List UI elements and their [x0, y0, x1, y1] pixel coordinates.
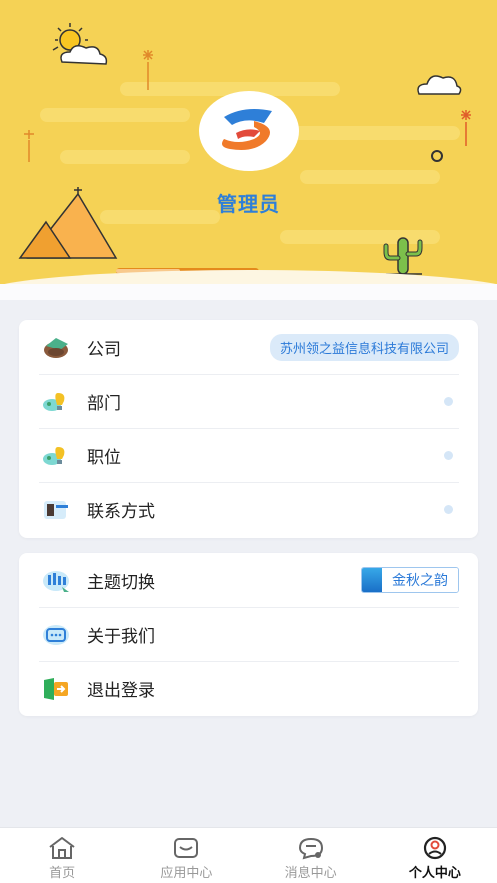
tab-profile-label: 个人中心 [408, 866, 461, 881]
sparkle-icon [461, 110, 471, 146]
department-indicator [444, 397, 453, 406]
logout-icon [41, 674, 71, 704]
position-label: 职位 [87, 448, 121, 468]
profile-banner: 管理员 [0, 0, 497, 300]
company-logo-icon [222, 109, 272, 150]
tab-messages[interactable]: 消息中心 [249, 828, 373, 883]
tab-apps-label: 应用中心 [160, 866, 213, 881]
tab-home[interactable]: 首页 [0, 828, 124, 883]
banner-stripe [40, 108, 190, 122]
position-icon [41, 441, 71, 471]
sparkle-icon [24, 130, 34, 162]
tab-home-label: 首页 [49, 866, 76, 881]
logout-label: 退出登录 [87, 681, 155, 701]
theme-value: 金秋之韵 [382, 568, 458, 592]
tab-messages-label: 消息中心 [284, 866, 337, 881]
message-icon [298, 837, 323, 860]
theme-icon [41, 565, 71, 595]
ring-icon [431, 150, 443, 162]
contact-row[interactable]: 联系方式 [39, 482, 459, 536]
department-label: 部门 [87, 394, 121, 414]
contact-label: 联系方式 [87, 502, 155, 522]
profile-icon [423, 836, 446, 860]
about-icon [41, 620, 71, 650]
theme-label: 主题切换 [87, 572, 155, 593]
cloud-icon [417, 75, 462, 95]
info-card: 公司 苏州领之益信息科技有限公司 部门 职位 联系方式 [19, 320, 478, 538]
tab-profile[interactable]: 个人中心 [373, 828, 497, 883]
position-indicator [444, 451, 453, 460]
company-row[interactable]: 公司 苏州领之益信息科技有限公司 [39, 320, 459, 374]
theme-swatch [362, 568, 382, 592]
company-icon [41, 332, 71, 362]
department-row[interactable]: 部门 [39, 374, 459, 428]
about-row[interactable]: 关于我们 [39, 607, 459, 661]
contact-indicator [444, 505, 453, 514]
settings-card: 主题切换 金秋之韵 关于我们 退出登录 [19, 553, 478, 716]
bottom-tab-bar: 首页 应用中心 消息中心 个人中心 [0, 827, 497, 883]
home-icon [49, 837, 75, 859]
user-name: 管理员 [217, 192, 280, 216]
theme-selector[interactable]: 金秋之韵 [361, 567, 459, 593]
tab-apps[interactable]: 应用中心 [124, 828, 248, 883]
cactus-icon [383, 237, 423, 275]
position-row[interactable]: 职位 [39, 428, 459, 482]
theme-row[interactable]: 主题切换 金秋之韵 [39, 553, 459, 607]
sparkle-icon [143, 50, 153, 90]
company-value: 苏州领之益信息科技有限公司 [269, 333, 459, 361]
about-label: 关于我们 [87, 627, 155, 647]
contact-icon [41, 495, 71, 525]
banner-bottom [0, 284, 497, 300]
department-icon [41, 387, 71, 417]
sun-cloud-icon [52, 23, 108, 65]
company-label: 公司 [87, 339, 121, 360]
logout-row[interactable]: 退出登录 [39, 661, 459, 715]
apps-icon [174, 838, 199, 858]
avatar[interactable] [199, 91, 299, 171]
banner-stripe [60, 150, 190, 164]
banner-stripe [300, 170, 440, 184]
banner-stripe [290, 126, 460, 140]
